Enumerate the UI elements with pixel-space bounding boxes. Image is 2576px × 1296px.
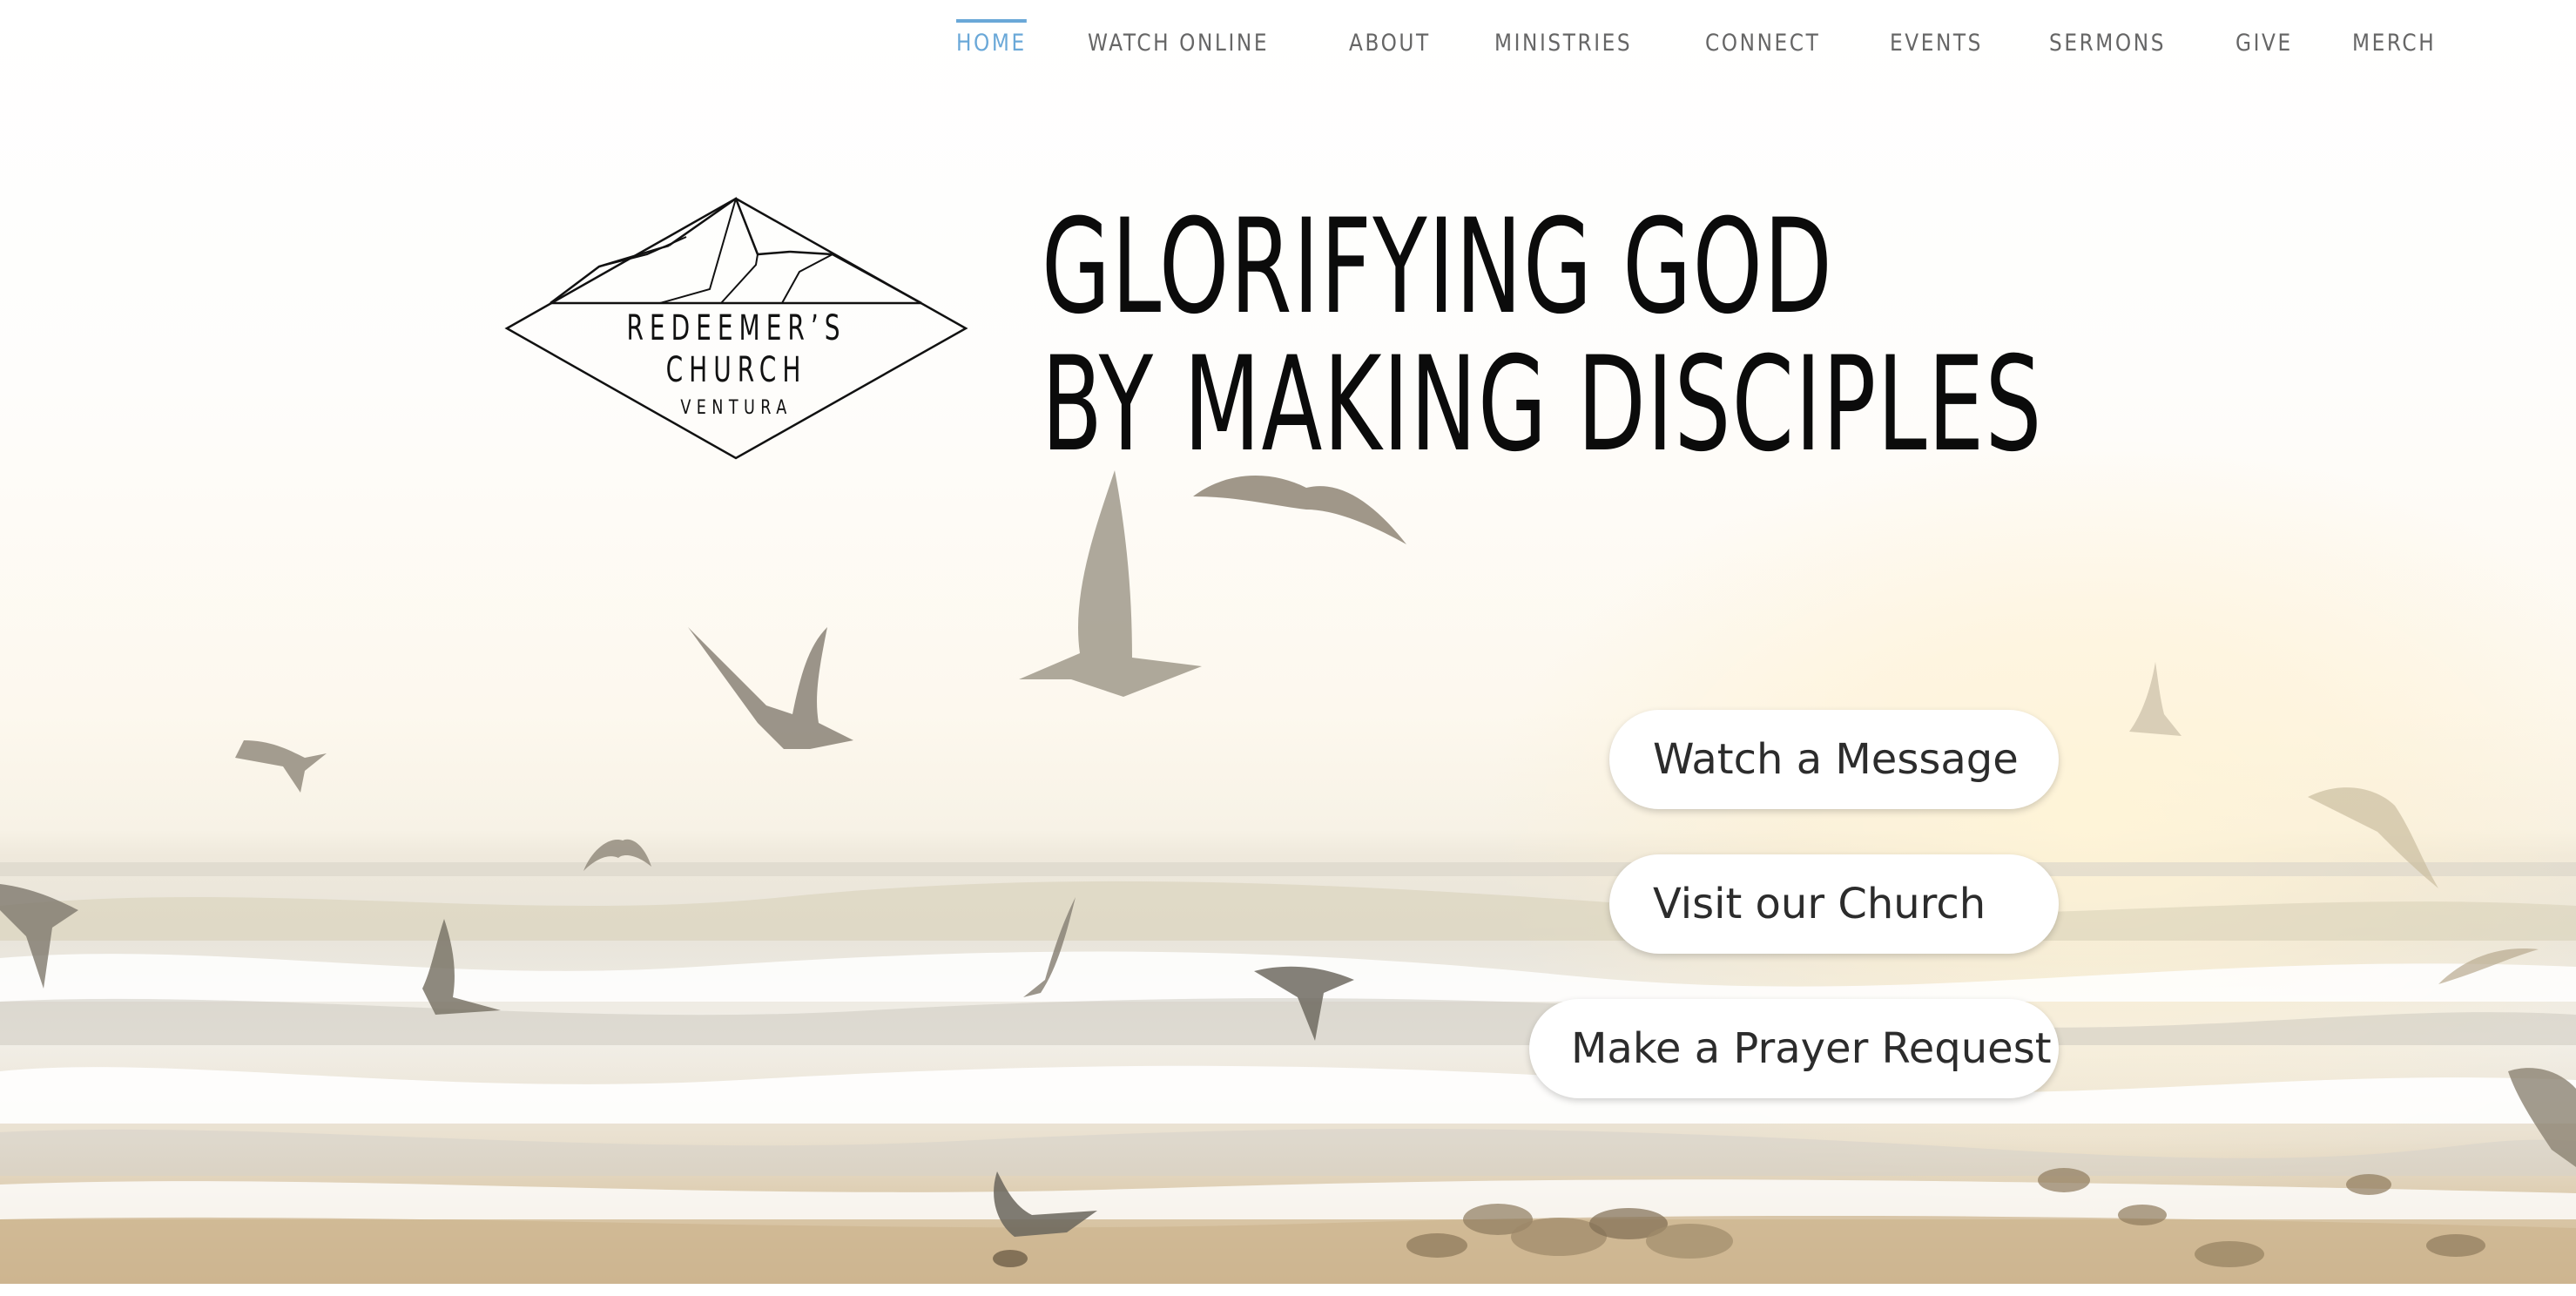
page: HOME WATCH ONLINE ABOUT MINISTRIES CONNE…	[0, 0, 2576, 1296]
church-logo[interactable]: REDEEMER’S CHURCH VENTURA	[503, 195, 969, 462]
nav-item-merch[interactable]: MERCH	[2352, 26, 2436, 57]
main-nav: HOME WATCH ONLINE ABOUT MINISTRIES CONNE…	[906, 19, 2450, 57]
visit-our-church-button[interactable]: Visit our Church	[1609, 854, 2059, 954]
watch-a-message-button[interactable]: Watch a Message	[1609, 710, 2059, 809]
nav-item-watch-online[interactable]: WATCH ONLINE	[1088, 26, 1269, 57]
nav-item-give[interactable]: GIVE	[2235, 26, 2293, 57]
headline-line1: GLORIFYING GOD	[1042, 192, 1834, 343]
nav-item-about[interactable]: ABOUT	[1349, 26, 1431, 57]
headline-line2: BY MAKING DISCIPLES	[1042, 329, 2043, 481]
prayer-request-button[interactable]: Make a Prayer Request	[1529, 999, 2059, 1098]
bottom-strip	[0, 1284, 2576, 1296]
logo-text-line2: CHURCH	[665, 350, 807, 390]
nav-item-ministries[interactable]: MINISTRIES	[1494, 26, 1632, 57]
nav-item-events[interactable]: EVENTS	[1890, 26, 1983, 57]
nav-item-sermons[interactable]: SERMONS	[2049, 26, 2166, 57]
nav-item-connect[interactable]: CONNECT	[1705, 26, 1820, 57]
hero-headline: GLORIFYING GOD BY MAKING DISCIPLES	[1042, 199, 2261, 474]
logo-text-line1: REDEEMER’S	[626, 308, 846, 348]
nav-item-home[interactable]: HOME	[955, 19, 1027, 57]
logo-text-line3: VENTURA	[680, 397, 792, 419]
